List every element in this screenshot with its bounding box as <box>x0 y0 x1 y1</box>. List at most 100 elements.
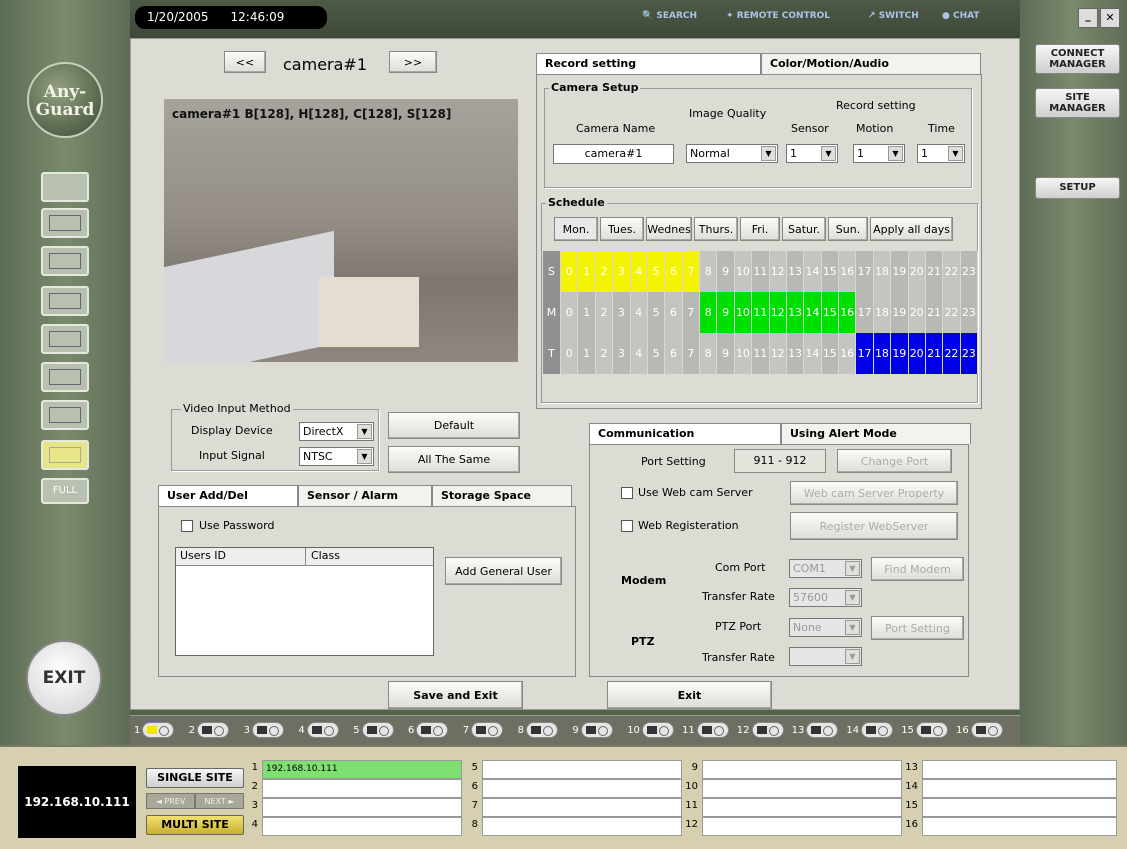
schedule-row[interactable]: S 0 1 2 3 4 5 6 7 8 9 10 11 12 13 14 15 16 17 18 19 20 21 22 23 <box>543 251 978 292</box>
schedule-hour-cell[interactable]: 19 <box>891 333 909 374</box>
schedule-hour-cell[interactable]: 12 <box>769 292 787 333</box>
channel-button-12[interactable]: 12 <box>737 722 784 738</box>
schedule-hour-cell[interactable]: 18 <box>873 251 892 292</box>
schedule-hour-cell[interactable]: 20 <box>908 251 926 292</box>
tab-user-add-del[interactable]: User Add/Del <box>158 485 298 506</box>
schedule-hour-cell[interactable]: 6 <box>665 333 683 374</box>
site-slot[interactable] <box>262 779 462 798</box>
schedule-hour-cell[interactable]: 18 <box>873 292 892 333</box>
ptz-port-setting-button[interactable]: Port Setting <box>871 616 964 640</box>
site-slot[interactable] <box>922 798 1117 817</box>
schedule-hour-cell[interactable]: 22 <box>943 251 961 292</box>
schedule-hour-cell[interactable]: 21 <box>925 251 944 292</box>
schedule-hour-cell[interactable]: 6 <box>665 251 683 292</box>
schedule-hour-cell[interactable]: 3 <box>613 251 631 292</box>
tab-sensor-alarm[interactable]: Sensor / Alarm <box>298 485 432 506</box>
channel-button-4[interactable]: 4 <box>298 722 339 738</box>
schedule-hour-cell[interactable]: 10 <box>734 251 753 292</box>
schedule-hour-cell[interactable]: 2 <box>595 251 614 292</box>
schedule-hour-cell[interactable]: 6 <box>665 292 683 333</box>
site-slot[interactable] <box>482 798 682 817</box>
schedule-hour-cell[interactable]: 10 <box>734 333 753 374</box>
schedule-hour-cell[interactable]: 0 <box>561 292 579 333</box>
transfer-rate-select[interactable]: 57600 ▼ <box>789 588 862 607</box>
channel-button-2[interactable]: 2 <box>189 722 230 738</box>
connect-manager-button[interactable]: CONNECT MANAGER <box>1035 44 1120 74</box>
schedule-hour-cell[interactable]: 11 <box>752 292 770 333</box>
site-slot[interactable] <box>922 760 1117 779</box>
schedule-hour-cell[interactable]: 9 <box>717 251 735 292</box>
schedule-hour-cell[interactable]: 18 <box>873 333 892 374</box>
schedule-hour-cell[interactable]: 9 <box>717 333 735 374</box>
schedule-hour-cell[interactable]: 3 <box>613 292 631 333</box>
schedule-hour-cell[interactable]: 7 <box>682 333 700 374</box>
tab-communication[interactable]: Communication <box>589 423 781 444</box>
schedule-hour-cell[interactable]: 16 <box>839 333 857 374</box>
channel-button-14[interactable]: 14 <box>846 722 894 738</box>
users-table[interactable]: Users ID Class <box>175 547 434 656</box>
schedule-hour-cell[interactable]: 15 <box>821 251 839 292</box>
schedule-hour-cell[interactable]: 19 <box>891 251 909 292</box>
schedule-hour-cell[interactable]: 7 <box>682 292 700 333</box>
site-slot[interactable] <box>262 798 462 817</box>
schedule-hour-cell[interactable]: 16 <box>839 251 857 292</box>
channel-button-6[interactable]: 6 <box>408 722 449 738</box>
find-modem-button[interactable]: Find Modem <box>871 557 964 581</box>
schedule-hour-cell[interactable]: 2 <box>595 333 614 374</box>
exit-dialog-button[interactable]: Exit <box>607 681 772 709</box>
layout-8-button[interactable] <box>41 400 89 430</box>
site-slot[interactable] <box>702 817 902 836</box>
tab-color-motion-audio[interactable]: Color/Motion/Audio <box>761 53 981 74</box>
add-general-user-button[interactable]: Add General User <box>445 557 562 585</box>
channel-button-5[interactable]: 5 <box>353 722 394 738</box>
schedule-hour-cell[interactable]: 5 <box>647 292 666 333</box>
next-camera-button[interactable]: >> <box>389 51 437 73</box>
schedule-hour-cell[interactable]: 13 <box>786 292 805 333</box>
schedule-hour-cell[interactable]: 1 <box>578 251 596 292</box>
schedule-hour-cell[interactable]: 23 <box>960 251 978 292</box>
schedule-hour-cell[interactable]: 4 <box>630 333 648 374</box>
day-button-5[interactable]: Fri. <box>740 217 780 241</box>
site-slot[interactable] <box>922 779 1117 798</box>
schedule-hour-cell[interactable]: 15 <box>821 292 839 333</box>
schedule-hour-cell[interactable]: 17 <box>856 251 874 292</box>
schedule-hour-cell[interactable]: 21 <box>925 292 944 333</box>
schedule-hour-cell[interactable]: 0 <box>561 333 579 374</box>
schedule-hour-cell[interactable]: 11 <box>752 251 770 292</box>
site-slot[interactable] <box>482 817 682 836</box>
schedule-hour-cell[interactable]: 4 <box>630 292 648 333</box>
single-site-button[interactable]: SINGLE SITE <box>146 768 244 788</box>
ptz-port-select[interactable]: None ▼ <box>789 618 862 637</box>
day-button-7[interactable]: Sun. <box>828 217 868 241</box>
schedule-hour-cell[interactable]: 21 <box>925 333 944 374</box>
motion-select[interactable]: 1 ▼ <box>853 144 905 163</box>
com-port-select[interactable]: COM1 ▼ <box>789 559 862 578</box>
schedule-hour-cell[interactable]: 1 <box>578 292 596 333</box>
schedule-hour-cell[interactable]: 14 <box>804 333 822 374</box>
display-device-select[interactable]: DirectX ▼ <box>299 422 374 441</box>
tab-storage-space[interactable]: Storage Space <box>432 485 572 506</box>
ptz-transfer-rate-select[interactable]: ▼ <box>789 647 862 666</box>
time-select[interactable]: 1 ▼ <box>917 144 965 163</box>
webcam-property-button[interactable]: Web cam Server Property <box>790 481 958 505</box>
use-webcam-checkbox[interactable] <box>621 487 633 499</box>
input-signal-select[interactable]: NTSC ▼ <box>299 447 374 466</box>
next-site-button[interactable]: NEXT ► <box>195 793 244 809</box>
site-slot[interactable] <box>702 779 902 798</box>
channel-button-15[interactable]: 15 <box>901 722 948 738</box>
channel-button-10[interactable]: 10 <box>627 722 674 738</box>
layout-16-button[interactable] <box>41 440 89 470</box>
day-button-1[interactable]: Mon. <box>554 217 598 241</box>
minimize-icon[interactable]: _ <box>1078 8 1098 28</box>
site-slot[interactable] <box>922 817 1117 836</box>
schedule-row[interactable]: M 0 1 2 3 4 5 6 7 8 9 10 11 12 13 14 15 16 17 18 19 20 21 22 23 <box>543 292 978 333</box>
schedule-hour-cell[interactable]: 15 <box>821 333 839 374</box>
schedule-hour-cell[interactable]: 23 <box>960 333 978 374</box>
channel-button-3[interactable]: 3 <box>244 722 284 738</box>
schedule-hour-cell[interactable]: 2 <box>595 292 614 333</box>
schedule-hour-cell[interactable]: 20 <box>908 333 926 374</box>
schedule-hour-cell[interactable]: 7 <box>682 251 700 292</box>
change-port-button[interactable]: Change Port <box>837 449 952 473</box>
day-button-4[interactable]: Thurs. <box>694 217 738 241</box>
schedule-hour-cell[interactable]: 14 <box>804 292 822 333</box>
